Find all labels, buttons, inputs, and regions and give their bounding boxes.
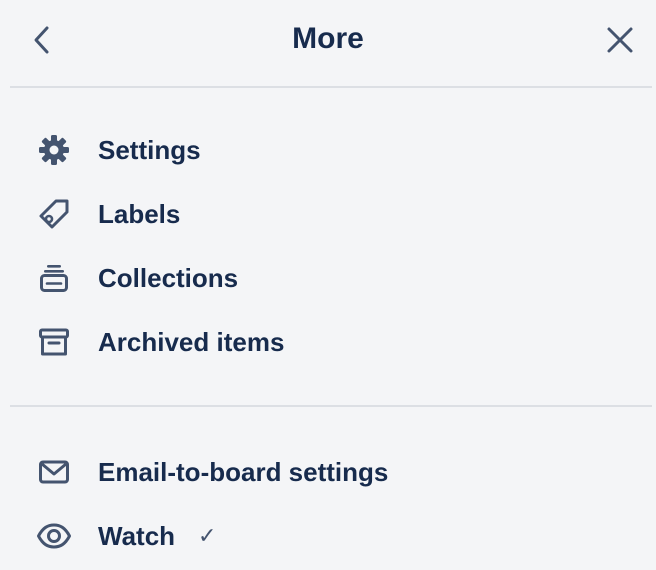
tag-icon [36,198,72,230]
archive-icon [36,326,72,358]
menu-item-watch[interactable]: Watch ✓ [10,508,652,564]
section-divider [10,405,652,407]
menu-item-email-to-board-settings[interactable]: Email-to-board settings [10,444,652,500]
menu-item-collections[interactable]: Collections [10,250,652,306]
panel-title: More [292,22,364,55]
menu-item-label: Watch [98,521,176,551]
close-icon [607,27,633,53]
menu-item-labels[interactable]: Labels [10,186,652,242]
checkmark-icon: ✓ [198,523,217,548]
menu-item-archived-items[interactable]: Archived items [10,314,652,370]
email-icon [36,456,72,488]
eye-icon [36,520,72,552]
menu-item-label: Labels [98,199,181,229]
menu-item-label: Collections [98,263,239,293]
menu-item-settings[interactable]: Settings [10,122,652,178]
panel-header: More [0,0,656,80]
close-button[interactable] [598,18,642,62]
menu-item-label: Archived items [98,327,285,357]
gear-icon [36,134,72,166]
menu-item-label: Settings [98,135,201,165]
menu-item-label: Email-to-board settings [98,457,389,487]
header-divider [10,86,652,88]
collections-icon [36,262,72,294]
